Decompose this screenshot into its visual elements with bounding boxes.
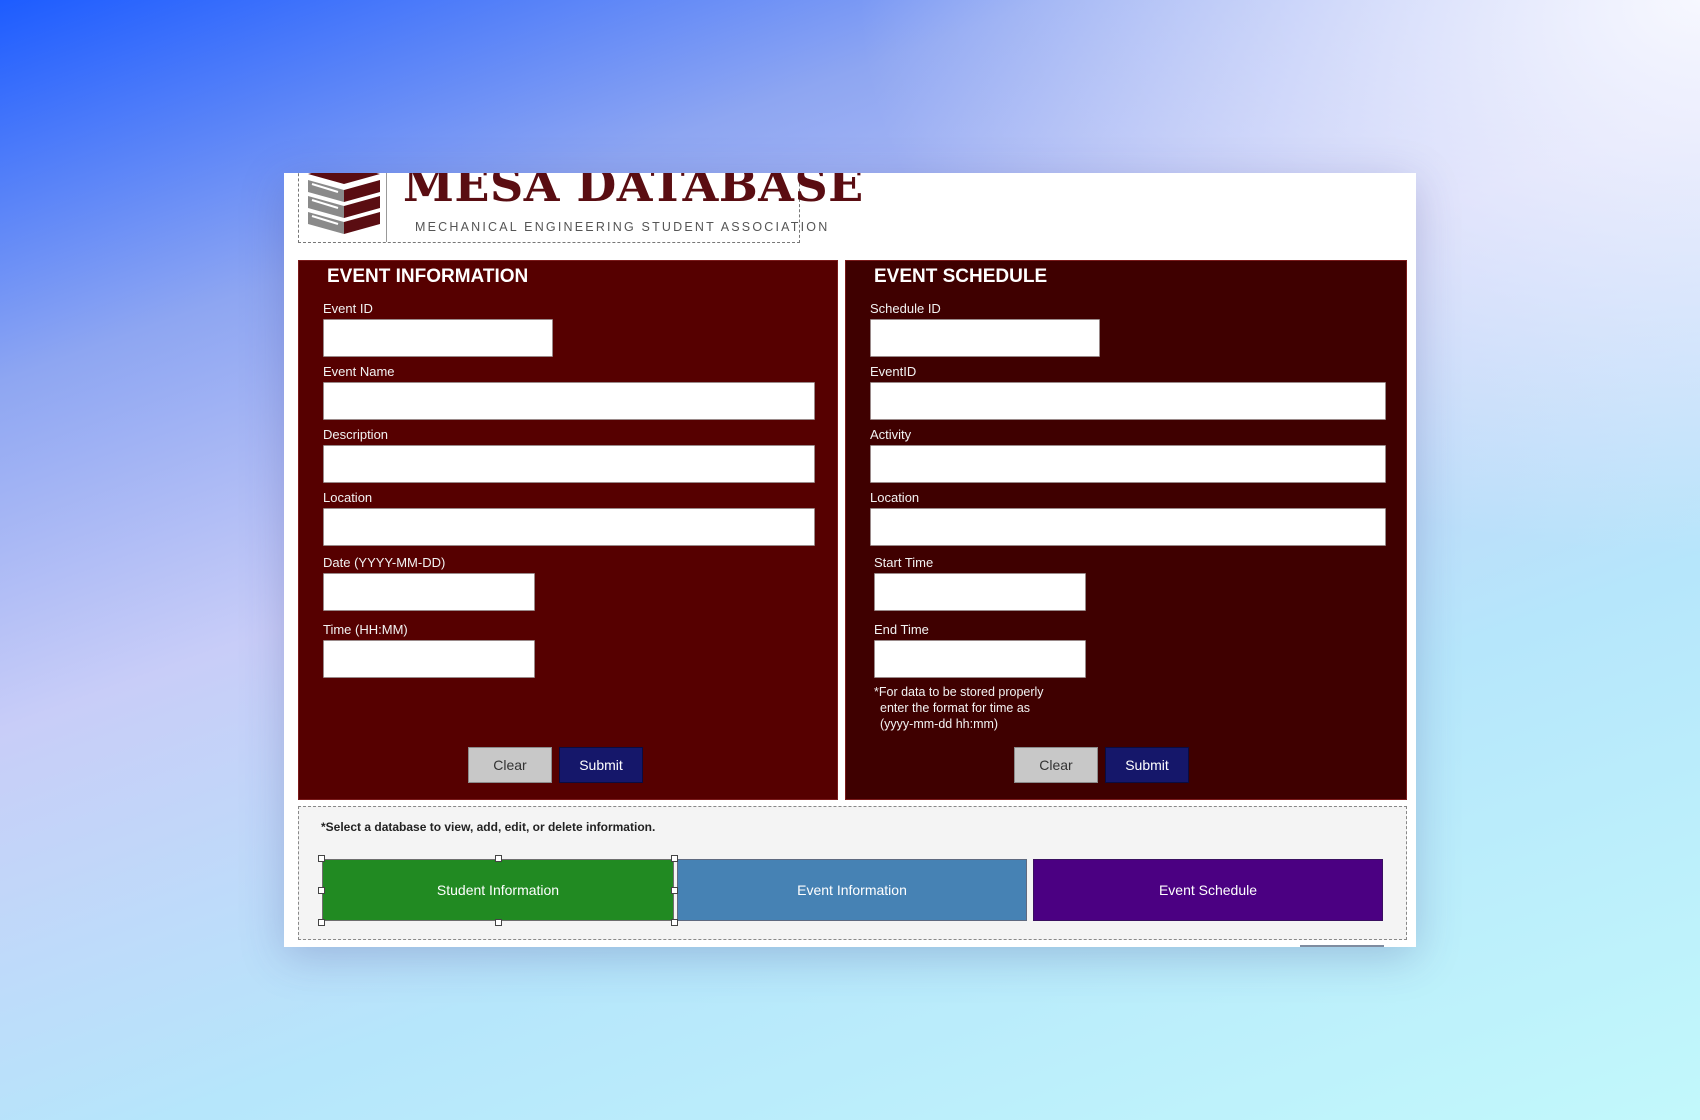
activity-input[interactable] [870,445,1386,483]
location-label: Location [323,490,373,505]
resize-handle[interactable] [671,887,678,894]
resize-handle[interactable] [318,887,325,894]
schedule-id-label: Schedule ID [870,301,941,316]
resize-handle[interactable] [495,919,502,926]
student-information-button[interactable]: Student Information [322,859,674,921]
start-time-label: Start Time [874,555,934,570]
end-time-input[interactable] [874,640,1086,678]
panel-title: EVENT SCHEDULE [874,266,1048,287]
time-input[interactable] [323,640,535,678]
event-information-panel: EVENT INFORMATION Event ID Event Name De… [298,260,838,800]
location-input[interactable] [323,508,815,546]
app-window: MESA DATABASE MECHANICAL ENGINEERING STU… [284,173,1416,947]
end-time-label: End Time [874,622,929,637]
panel-title: EVENT INFORMATION [327,266,529,287]
start-time-input[interactable] [874,573,1086,611]
schedule-submit-button[interactable]: Submit [1105,747,1189,783]
note-line: (yyyy-mm-dd hh:mm) [880,717,999,731]
app-title: MESA DATABASE [403,173,864,212]
database-stack-icon [308,173,380,234]
time-label: Time (HH:MM) [323,622,408,637]
resize-handle[interactable] [671,855,678,862]
partial-element-edge [1300,945,1384,947]
app-subtitle: MECHANICAL ENGINEERING STUDENT ASSOCIATI… [415,220,830,234]
time-format-note: *For data to be stored properly enter th… [874,684,1044,732]
logo-divider [386,173,387,242]
event-name-label: Event Name [323,364,395,379]
resize-handle[interactable] [318,919,325,926]
schedule-event-id-input[interactable] [870,382,1386,420]
description-label: Description [323,427,389,442]
event-information-button[interactable]: Event Information [677,859,1027,921]
schedule-location-label: Location [870,490,920,505]
schedule-location-input[interactable] [870,508,1386,546]
note-line: *For data to be stored properly [874,685,1044,699]
submit-button[interactable]: Submit [559,747,643,783]
schedule-clear-button[interactable]: Clear [1014,747,1098,783]
clear-button[interactable]: Clear [468,747,552,783]
resize-handle[interactable] [671,919,678,926]
event-schedule-button[interactable]: Event Schedule [1033,859,1383,921]
event-name-input[interactable] [323,382,815,420]
note-line: enter the format for time as [880,701,1031,715]
date-input[interactable] [323,573,535,611]
schedule-id-input[interactable] [870,319,1100,357]
header-logo: MESA DATABASE MECHANICAL ENGINEERING STU… [298,173,863,243]
event-id-input[interactable] [323,319,553,357]
event-schedule-panel: EVENT SCHEDULE Schedule ID EventID Activ… [845,260,1407,800]
date-label: Date (YYYY-MM-DD) [323,555,446,570]
description-input[interactable] [323,445,815,483]
activity-label: Activity [870,427,912,442]
database-navigation: *Select a database to view, add, edit, o… [298,806,1407,940]
event-id-label: Event ID [323,301,373,316]
schedule-event-id-label: EventID [870,364,917,379]
resize-handle[interactable] [318,855,325,862]
resize-handle[interactable] [495,855,502,862]
navigation-hint: *Select a database to view, add, edit, o… [321,820,656,834]
